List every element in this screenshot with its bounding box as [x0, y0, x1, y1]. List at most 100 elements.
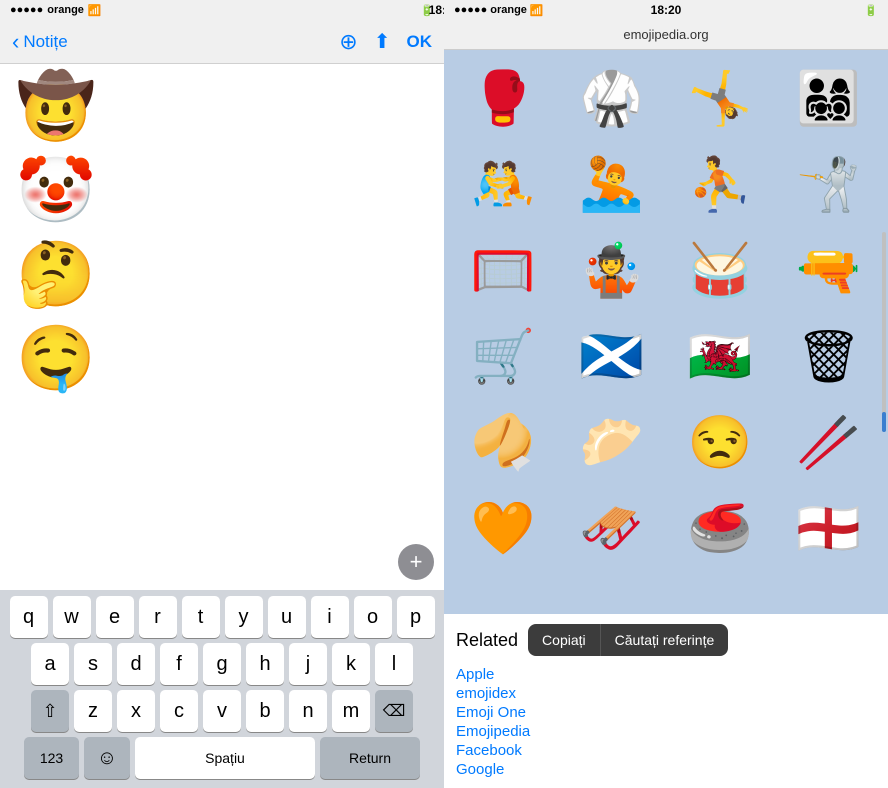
- key-i[interactable]: i: [311, 596, 349, 638]
- key-n[interactable]: n: [289, 690, 327, 732]
- battery-icon-right: 🔋: [864, 4, 878, 17]
- url-text: emojipedia.org: [623, 27, 708, 42]
- add-button[interactable]: +: [398, 544, 434, 580]
- emoji-boxing-glove[interactable]: 🥊: [452, 58, 555, 138]
- key-p[interactable]: p: [397, 596, 435, 638]
- scrollbar-thumb: [882, 412, 886, 432]
- emoji-curling-stone[interactable]: 🥌: [669, 488, 772, 568]
- key-d[interactable]: d: [117, 643, 155, 685]
- emoji-drum[interactable]: 🥁: [669, 230, 772, 310]
- key-y[interactable]: y: [225, 596, 263, 638]
- shift-key[interactable]: ⇧: [31, 690, 69, 732]
- related-row: Related Copiați Căutați referințe: [456, 624, 876, 656]
- key-t[interactable]: t: [182, 596, 220, 638]
- left-panel: ●●●●● orange 📶 18:19 🔋 ‹ Notițe ⊕ ⬆ OK 🤠…: [0, 0, 444, 788]
- emoji-juggling[interactable]: 🤹: [561, 230, 664, 310]
- link-emojipedia[interactable]: Emojipedia: [456, 723, 876, 740]
- emoji-shopping-cart[interactable]: 🛒: [452, 316, 555, 396]
- emoji-sled[interactable]: 🛷: [561, 488, 664, 568]
- emoji-martial-arts[interactable]: 🥋: [561, 58, 664, 138]
- emoji-key[interactable]: ☺: [84, 737, 130, 779]
- back-button[interactable]: ‹ Notițe: [12, 31, 68, 53]
- key-e[interactable]: e: [96, 596, 134, 638]
- emoji-drooling: 🤤: [16, 326, 96, 390]
- key-w[interactable]: w: [53, 596, 91, 638]
- emoji-wastebasket[interactable]: 🗑: [778, 316, 881, 396]
- emoji-fencing[interactable]: 🤺: [778, 144, 881, 224]
- link-emojidex[interactable]: emojidex: [456, 685, 876, 702]
- emoji-family[interactable]: 👨‍👩‍👧‍👦: [778, 58, 881, 138]
- key-g[interactable]: g: [203, 643, 241, 685]
- key-s[interactable]: s: [74, 643, 112, 685]
- scrollbar[interactable]: [882, 232, 886, 432]
- keyboard-row-1: q w e r t y u i o p: [3, 596, 441, 638]
- key-z[interactable]: z: [74, 690, 112, 732]
- emoji-cowboy: 🤠: [16, 74, 96, 138]
- key-u[interactable]: u: [268, 596, 306, 638]
- key-q[interactable]: q: [10, 596, 48, 638]
- emoji-gymnastics[interactable]: 🤸: [669, 58, 772, 138]
- emoji-wales-flag[interactable]: 🏴󠁧󠁢󠁷󠁬󠁳󠁿: [669, 316, 772, 396]
- link-facebook[interactable]: Facebook: [456, 742, 876, 759]
- emoji-scotland-flag[interactable]: 🏴󠁧󠁢󠁳󠁣󠁴󠁿: [561, 316, 664, 396]
- search-button[interactable]: Căutați referințe: [601, 624, 729, 656]
- return-key[interactable]: Return: [320, 737, 420, 779]
- key-h[interactable]: h: [246, 643, 284, 685]
- emoji-water-polo[interactable]: 🤽: [561, 144, 664, 224]
- contact-icon[interactable]: ⊕: [339, 29, 357, 55]
- delete-key[interactable]: ⌫: [375, 690, 413, 732]
- emoji-expressionless[interactable]: 😒: [669, 402, 772, 482]
- key-l[interactable]: l: [375, 643, 413, 685]
- key-a[interactable]: a: [31, 643, 69, 685]
- key-j[interactable]: j: [289, 643, 327, 685]
- emoji-chopsticks[interactable]: 🥢: [778, 402, 881, 482]
- time-right: 18:20: [651, 3, 682, 17]
- numbers-key[interactable]: 123: [24, 737, 79, 779]
- links-list: Apple emojidex Emoji One Emojipedia Face…: [456, 666, 876, 778]
- carrier-name-left: orange: [47, 4, 84, 16]
- key-v[interactable]: v: [203, 690, 241, 732]
- link-google[interactable]: Google: [456, 761, 876, 778]
- dots-icon-right: ●●●●●: [454, 4, 487, 16]
- share-icon[interactable]: ⬆: [374, 29, 391, 54]
- emoji-thinking: 🤔: [16, 242, 96, 306]
- related-label: Related: [456, 630, 518, 651]
- key-f[interactable]: f: [160, 643, 198, 685]
- emoji-row-1: 🤠: [16, 74, 428, 138]
- emoji-clown: 🤡: [16, 158, 96, 222]
- emoji-goal-net[interactable]: 🥅: [452, 230, 555, 310]
- copy-button[interactable]: Copiați: [528, 624, 601, 656]
- emoji-fortune-cookie[interactable]: 🥠: [452, 402, 555, 482]
- emoji-grid-container[interactable]: 🥊 🥋 🤸 👨‍👩‍👧‍👦 🤼 🤽 ⛹ 🤺 🥅 🤹 🥁 🔫 🛒 🏴󠁧󠁢󠁳󠁣󠁴󠁿 …: [444, 50, 888, 614]
- emoji-england-flag[interactable]: 🏴󠁧󠁢󠁥󠁮󠁧󠁿: [778, 488, 881, 568]
- link-emoji-one[interactable]: Emoji One: [456, 704, 876, 721]
- right-panel: ●●●●● orange 📶 18:20 🔋 emojipedia.org 🥊 …: [444, 0, 888, 788]
- dots-icon: ●●●●●: [10, 4, 43, 16]
- carrier-left: ●●●●● orange 📶: [10, 4, 102, 17]
- bottom-section: Related Copiați Căutați referințe Apple …: [444, 614, 888, 788]
- keyboard-row-3: ⇧ z x c v b n m ⌫: [3, 690, 441, 732]
- emoji-basketball[interactable]: ⛹: [669, 144, 772, 224]
- context-menu: Copiați Căutați referințe: [528, 624, 728, 656]
- emoji-grid: 🥊 🥋 🤸 👨‍👩‍👧‍👦 🤼 🤽 ⛹ 🤺 🥅 🤹 🥁 🔫 🛒 🏴󠁧󠁢󠁳󠁣󠁴󠁿 …: [452, 58, 880, 568]
- status-bar-left: ●●●●● orange 📶 18:19 🔋: [0, 0, 444, 20]
- emoji-wrestling[interactable]: 🤼: [452, 144, 555, 224]
- key-r[interactable]: r: [139, 596, 177, 638]
- key-b[interactable]: b: [246, 690, 284, 732]
- wifi-icon-left: 📶: [88, 4, 102, 17]
- key-x[interactable]: x: [117, 690, 155, 732]
- key-m[interactable]: m: [332, 690, 370, 732]
- key-c[interactable]: c: [160, 690, 198, 732]
- space-key[interactable]: Spațiu: [135, 737, 315, 779]
- link-apple[interactable]: Apple: [456, 666, 876, 683]
- key-o[interactable]: o: [354, 596, 392, 638]
- emoji-rifle[interactable]: 🔫: [778, 230, 881, 310]
- back-label: Notițe: [23, 32, 67, 52]
- emoji-dumpling[interactable]: 🥟: [561, 402, 664, 482]
- ok-button[interactable]: OK: [407, 32, 433, 52]
- keyboard-row-4: 123 ☺ Spațiu Return: [3, 737, 441, 779]
- nav-right-buttons: ⊕ ⬆ OK: [339, 29, 432, 55]
- key-k[interactable]: k: [332, 643, 370, 685]
- emoji-heart-orange[interactable]: 🧡: [452, 488, 555, 568]
- carrier-right: ●●●●● orange 📶: [454, 4, 544, 17]
